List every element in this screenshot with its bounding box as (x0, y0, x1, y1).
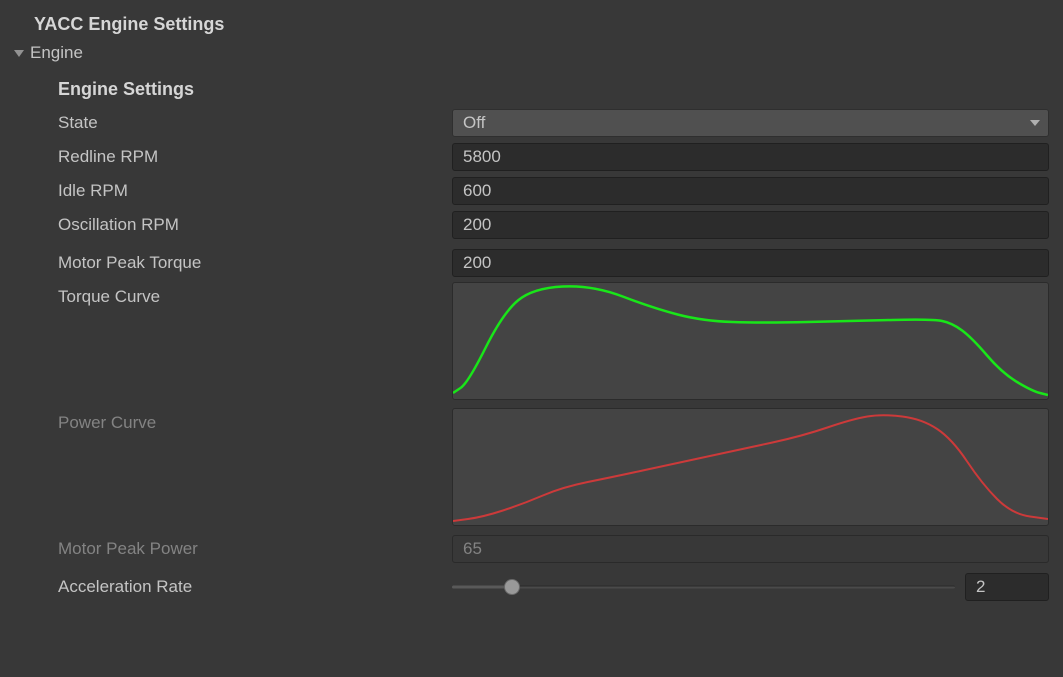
state-value: Off (463, 113, 485, 132)
idle-rpm-label: Idle RPM (58, 176, 452, 206)
acceleration-rate-label: Acceleration Rate (58, 572, 452, 602)
acceleration-rate-input[interactable]: 2 (965, 573, 1049, 601)
slider-track-line (452, 586, 955, 589)
torque-curve-field[interactable] (452, 282, 1049, 400)
power-curve-svg (453, 409, 1048, 525)
state-dropdown[interactable]: Off (452, 109, 1049, 137)
redline-rpm-input[interactable]: 5800 (452, 143, 1049, 171)
redline-rpm-label: Redline RPM (58, 142, 452, 172)
motor-peak-torque-label: Motor Peak Torque (58, 248, 452, 278)
idle-rpm-input[interactable]: 600 (452, 177, 1049, 205)
section-label: Engine (30, 43, 83, 63)
component-title: YACC Engine Settings (0, 10, 1063, 39)
power-curve-field[interactable] (452, 408, 1049, 526)
oscillation-rpm-label: Oscillation RPM (58, 210, 452, 240)
oscillation-rpm-input[interactable]: 200 (452, 211, 1049, 239)
torque-curve-label: Torque Curve (58, 282, 452, 312)
slider-thumb[interactable] (504, 579, 520, 595)
slider-track-fill (452, 586, 512, 589)
acceleration-rate-slider[interactable] (452, 575, 955, 599)
motor-peak-torque-input[interactable]: 200 (452, 249, 1049, 277)
motor-peak-power-input: 65 (452, 535, 1049, 563)
motor-peak-power-label: Motor Peak Power (58, 534, 452, 564)
torque-curve-svg (453, 283, 1048, 399)
engine-foldout[interactable]: Engine (0, 39, 1063, 67)
state-label: State (58, 108, 452, 138)
engine-settings-heading: Engine Settings (58, 79, 1049, 100)
power-curve-label: Power Curve (58, 408, 452, 438)
chevron-down-icon (14, 50, 24, 57)
chevron-down-icon (1030, 120, 1040, 126)
